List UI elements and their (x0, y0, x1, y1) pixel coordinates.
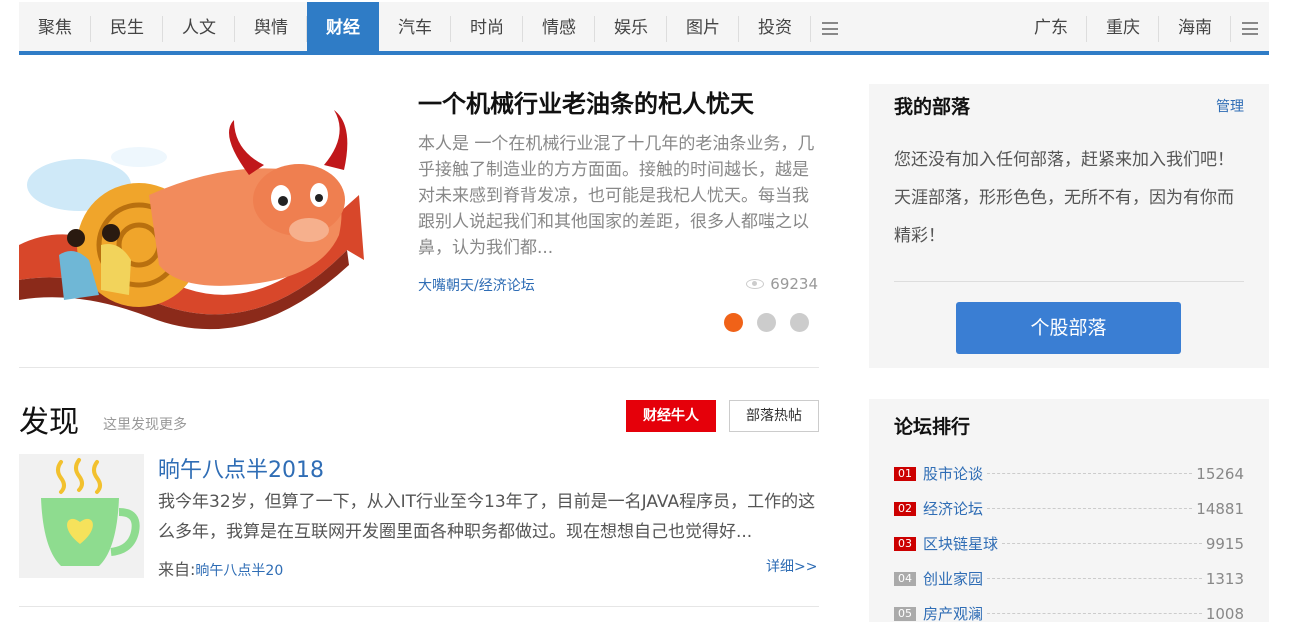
nav-item-guangdong[interactable]: 广东 (1015, 2, 1087, 55)
rank-forum-link[interactable]: 房产观澜 (923, 603, 983, 622)
rank-count: 1008 (1205, 604, 1244, 622)
nav-item-entertainment[interactable]: 娱乐 (595, 2, 667, 55)
rank-count: 9915 (1205, 534, 1244, 553)
hamburger-icon (1242, 22, 1258, 35)
rank-count: 14881 (1196, 499, 1244, 518)
rank-forum-link[interactable]: 经济论坛 (923, 498, 983, 519)
top-nav: 聚焦 民生 人文 舆情 财经 汽车 时尚 情感 娱乐 图片 投资 广东 重庆 海… (19, 2, 1269, 55)
nav-right: 广东 重庆 海南 (1015, 2, 1269, 55)
ranking-row: 05 房产观澜 1008 (894, 596, 1244, 622)
post-detail-link[interactable]: 详细>> (766, 556, 817, 576)
coffee-cup-icon (19, 454, 144, 578)
post-from: 来自:晌午八点半20 (158, 556, 283, 580)
discover-title: 发现 (19, 405, 79, 440)
nav-item-pictures[interactable]: 图片 (667, 2, 739, 55)
nav-left: 聚焦 民生 人文 舆情 财经 汽车 时尚 情感 娱乐 图片 投资 (19, 2, 849, 55)
rank-count: 15264 (1196, 464, 1244, 483)
discover-subtitle: 这里发现更多 (103, 417, 187, 433)
featured-summary: 本人是 一个在机械行业混了十几年的老油条业务，几乎接触了制造业的方方面面。接触的… (418, 134, 815, 258)
ranking-row: 01 股市论谈 15264 (894, 456, 1244, 491)
nav-item-auto[interactable]: 汽车 (379, 2, 451, 55)
rank-leader-line (987, 578, 1202, 579)
bull-snail-illustration (19, 95, 394, 333)
rank-number: 05 (894, 606, 916, 621)
nav-item-chongqing[interactable]: 重庆 (1087, 2, 1159, 55)
rank-forum-link[interactable]: 区块链星球 (923, 533, 998, 554)
rank-forum-link[interactable]: 股市论谈 (923, 463, 983, 484)
featured-source-link[interactable]: 大嘴朝天/经济论坛 (418, 275, 535, 295)
nav-item-culture[interactable]: 人文 (163, 2, 235, 55)
ranking-title: 论坛排行 (894, 416, 971, 438)
tribe-text: 您还没有加入任何部落，赶紧来加入我们吧！天涯部落，形形色色，无所不有，因为有你而… (894, 150, 1234, 246)
tribe-title: 我的部落 (894, 96, 971, 118)
tab-finance-experts[interactable]: 财经牛人 (626, 400, 716, 432)
divider (19, 606, 819, 607)
ranking-list: 01 股市论谈 15264 02 经济论坛 14881 03 区块链星球 991… (894, 456, 1244, 622)
featured-view-count: 69234 (770, 275, 818, 293)
ranking-row: 04 创业家园 1313 (894, 561, 1244, 596)
carousel-dot-2[interactable] (757, 313, 776, 332)
eye-icon (746, 279, 765, 289)
nav-item-invest[interactable]: 投资 (739, 2, 811, 55)
featured-image[interactable] (19, 95, 394, 333)
rank-leader-line (987, 508, 1193, 509)
forum-ranking-panel: 论坛排行 01 股市论谈 15264 02 经济论坛 14881 03 区块链星… (869, 399, 1269, 622)
nav-item-emotion[interactable]: 情感 (523, 2, 595, 55)
tab-tribe-hot-posts[interactable]: 部落热帖 (729, 400, 819, 432)
rank-forum-link[interactable]: 创业家园 (923, 568, 983, 589)
rank-count: 1313 (1205, 569, 1244, 588)
ranking-row: 03 区块链星球 9915 (894, 526, 1244, 561)
divider (19, 367, 819, 368)
rank-leader-line (987, 613, 1202, 614)
rank-number: 04 (894, 571, 916, 586)
nav-item-hainan[interactable]: 海南 (1159, 2, 1231, 55)
nav-more-button[interactable] (811, 2, 849, 55)
rank-leader-line (1002, 543, 1202, 544)
nav-item-fashion[interactable]: 时尚 (451, 2, 523, 55)
stock-tribe-button[interactable]: 个股部落 (956, 302, 1181, 354)
post-from-link[interactable]: 晌午八点半20 (195, 563, 283, 579)
carousel-dot-3[interactable] (790, 313, 809, 332)
nav-item-finance[interactable]: 财经 (307, 2, 379, 55)
tribe-manage-link[interactable]: 管理 (1216, 96, 1244, 116)
post-body: 我今年32岁，但算了一下，从入IT行业至今13年了，目前是一名JAVA程序员，工… (158, 492, 816, 542)
my-tribe-panel: 我的部落 管理 您还没有加入任何部落，赶紧来加入我们吧！天涯部落，形形色色，无所… (869, 84, 1269, 368)
ranking-row: 02 经济论坛 14881 (894, 491, 1244, 526)
nav-region-more-button[interactable] (1231, 2, 1269, 55)
rank-number: 03 (894, 536, 916, 551)
hamburger-icon (822, 22, 838, 35)
post-from-label: 来自: (158, 560, 196, 579)
divider (894, 281, 1244, 282)
rank-number: 02 (894, 501, 916, 516)
featured-views: 69234 (746, 275, 818, 293)
post-title[interactable]: 晌午八点半2018 (158, 452, 324, 484)
carousel-dots (724, 313, 809, 332)
featured-title[interactable]: 一个机械行业老油条的杞人忧天 (418, 84, 754, 119)
post-thumbnail[interactable] (19, 454, 144, 578)
carousel-dot-1[interactable] (724, 313, 743, 332)
nav-item-livelihood[interactable]: 民生 (91, 2, 163, 55)
rank-leader-line (987, 473, 1193, 474)
nav-item-focus[interactable]: 聚焦 (19, 2, 91, 55)
nav-item-opinion[interactable]: 舆情 (235, 2, 307, 55)
rank-number: 01 (894, 466, 916, 481)
